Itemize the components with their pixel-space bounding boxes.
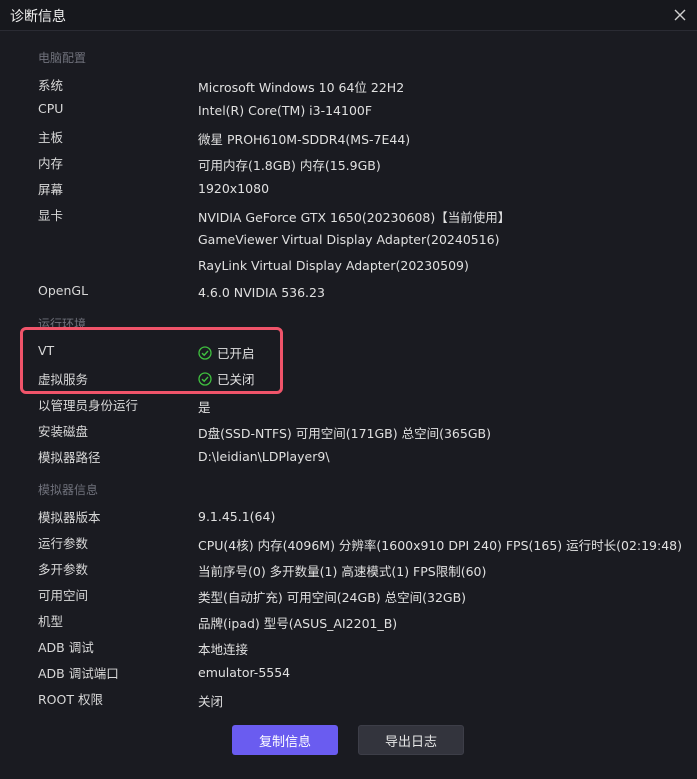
admin-label: 以管理员身份运行 xyxy=(38,398,139,413)
gpu-label: 显卡 xyxy=(38,208,64,223)
board-label: 主板 xyxy=(38,130,64,145)
cpu-value: Intel(R) Core(TM) i3-14100F xyxy=(198,103,373,118)
system-value: Microsoft Windows 10 64位 22H2 xyxy=(198,80,405,95)
vt-label: VT xyxy=(38,343,55,358)
copy-info-button[interactable]: 复制信息 xyxy=(232,725,338,755)
root-label: ROOT 权限 xyxy=(38,692,103,707)
window-title: 诊断信息 xyxy=(10,9,66,25)
virtual-service-label: 虚拟服务 xyxy=(38,372,89,387)
vt-status: 已开启 xyxy=(198,343,255,362)
cpu-label: CPU xyxy=(38,101,64,116)
space-label: 可用空间 xyxy=(38,588,89,603)
export-log-button[interactable]: 导出日志 xyxy=(358,725,464,755)
virtual-service-value: 已关闭 xyxy=(217,372,255,387)
memory-value: 可用内存(1.8GB) 内存(15.9GB) xyxy=(198,158,381,173)
path-value: D:\leidian\LDPlayer9\ xyxy=(198,449,330,464)
memory-label: 内存 xyxy=(38,156,64,171)
version-value: 9.1.45.1(64) xyxy=(198,509,276,524)
system-label: 系统 xyxy=(38,78,64,93)
multi-label: 多开参数 xyxy=(38,562,89,577)
section-pc-config: 电脑配置 xyxy=(38,51,87,65)
virtual-service-status: 已关闭 xyxy=(198,369,255,388)
close-icon xyxy=(674,9,686,21)
adb-value: 本地连接 xyxy=(198,642,249,657)
gpu-value: GameViewer Virtual Display Adapter(20240… xyxy=(198,232,500,247)
opengl-value: 4.6.0 NVIDIA 536.23 xyxy=(198,285,325,300)
gpu-value: NVIDIA GeForce GTX 1650(20230608)【当前使用】 xyxy=(198,210,511,225)
section-emulator: 模拟器信息 xyxy=(38,483,99,497)
check-circle-icon xyxy=(198,371,212,386)
opengl-label: OpenGL xyxy=(38,283,89,298)
disk-value: D盘(SSD-NTFS) 可用空间(171GB) 总空间(365GB) xyxy=(198,426,491,441)
adb-port-value: emulator-5554 xyxy=(198,665,291,680)
multi-value: 当前序号(0) 多开数量(1) 高速模式(1) FPS限制(60) xyxy=(198,564,487,579)
adb-port-label: ADB 调试端口 xyxy=(38,666,119,681)
check-circle-icon xyxy=(198,345,212,360)
screen-label: 屏幕 xyxy=(38,182,64,197)
params-value: CPU(4核) 内存(4096M) 分辨率(1600x910 DPI 240) … xyxy=(198,538,683,553)
version-label: 模拟器版本 xyxy=(38,510,101,525)
title-bar: 诊断信息 xyxy=(0,0,697,31)
board-value: 微星 PROH610M-SDDR4(MS-7E44) xyxy=(198,132,411,147)
gpu-value: RayLink Virtual Display Adapter(20230509… xyxy=(198,258,469,273)
path-label: 模拟器路径 xyxy=(38,450,101,465)
close-button[interactable] xyxy=(669,4,691,26)
root-value: 关闭 xyxy=(198,694,224,709)
model-value: 品牌(ipad) 型号(ASUS_AI2201_B) xyxy=(198,616,398,631)
admin-value: 是 xyxy=(198,400,211,415)
adb-label: ADB 调试 xyxy=(38,640,94,655)
vt-value: 已开启 xyxy=(217,346,255,361)
params-label: 运行参数 xyxy=(38,536,89,551)
space-value: 类型(自动扩充) 可用空间(24GB) 总空间(32GB) xyxy=(198,590,467,605)
model-label: 机型 xyxy=(38,614,64,629)
screen-value: 1920x1080 xyxy=(198,181,270,196)
disk-label: 安装磁盘 xyxy=(38,424,89,439)
